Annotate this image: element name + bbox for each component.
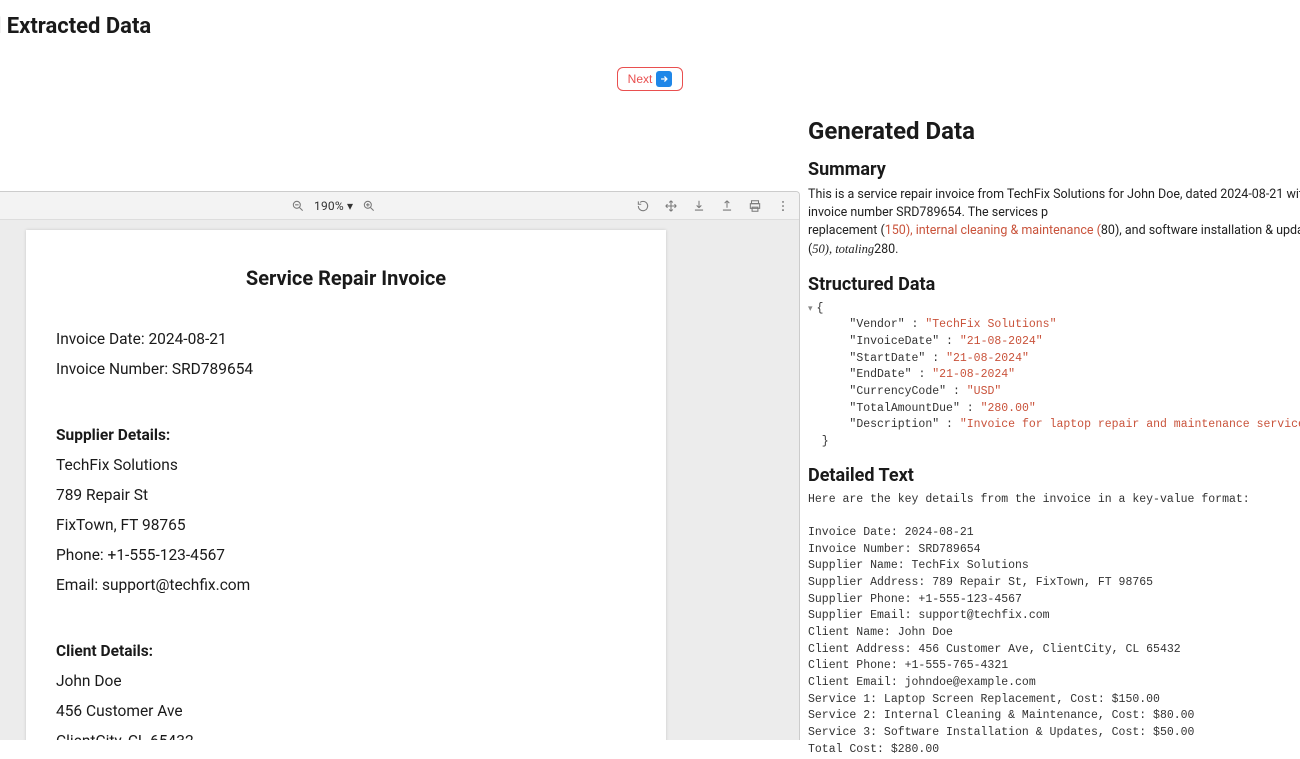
supplier-addr1: 789 Repair St — [56, 486, 636, 504]
move-icon[interactable] — [663, 198, 679, 214]
summary-val2: 50), — [812, 242, 835, 256]
supplier-email: Email: support@techfix.com — [56, 576, 636, 594]
document-title: Service Repair Invoice — [56, 266, 636, 290]
detailed-text: Here are the key details from the invoic… — [808, 492, 1300, 759]
summary-text: This is a service repair invoice from Te… — [808, 186, 1300, 260]
client-header: Client Details: — [56, 642, 636, 660]
pdf-toolbar: 190% ▾ — [0, 192, 799, 220]
generated-title: Generated Data — [808, 117, 1300, 145]
print-icon[interactable] — [747, 198, 763, 214]
summary-line1: This is a service repair invoice from Te… — [808, 187, 1300, 220]
next-button-label: Next — [628, 72, 653, 86]
zoom-level[interactable]: 190% ▾ — [314, 199, 353, 213]
pdf-viewer: 190% ▾ — [0, 191, 800, 740]
zoom-out-icon[interactable] — [290, 198, 306, 214]
summary-tail: 280. — [874, 242, 898, 257]
upload-icon[interactable] — [719, 198, 735, 214]
supplier-phone: Phone: +1-555-123-4567 — [56, 546, 636, 564]
zoom-in-icon[interactable] — [361, 198, 377, 214]
client-addr2: ClientCity, CL 65432 — [56, 732, 636, 740]
generated-panel: Generated Data Summary This is a service… — [800, 101, 1300, 758]
summary-val1: 150), internal cleaning & maintenance ( — [885, 223, 1101, 238]
client-addr1: 456 Customer Ave — [56, 702, 636, 720]
client-name: John Doe — [56, 672, 636, 690]
supplier-addr2: FixTown, FT 98765 — [56, 516, 636, 534]
summary-math: totaling — [835, 242, 874, 256]
detailed-title: Detailed Text — [808, 465, 1300, 486]
rotate-icon[interactable] — [635, 198, 651, 214]
structured-title: Structured Data — [808, 274, 1300, 295]
summary-title: Summary — [808, 159, 1300, 180]
supplier-name: TechFix Solutions — [56, 456, 636, 474]
pdf-body[interactable]: Service Repair Invoice Invoice Date: 202… — [0, 220, 799, 740]
supplier-header: Supplier Details: — [56, 426, 636, 444]
pdf-page: Service Repair Invoice Invoice Date: 202… — [26, 230, 666, 740]
next-button[interactable]: Next — [617, 67, 684, 91]
json-block: ▾{ "Vendor" : "TechFix Solutions" "Invoi… — [808, 301, 1300, 451]
page-title: te and Extracted Data — [0, 0, 1300, 39]
more-icon[interactable] — [775, 198, 791, 214]
arrow-right-icon — [656, 71, 672, 87]
invoice-number-line: Invoice Number: SRD789654 — [56, 360, 636, 378]
summary-line2a: replacement ( — [808, 223, 885, 238]
invoice-date-line: Invoice Date: 2024-08-21 — [56, 330, 636, 348]
download-icon[interactable] — [691, 198, 707, 214]
